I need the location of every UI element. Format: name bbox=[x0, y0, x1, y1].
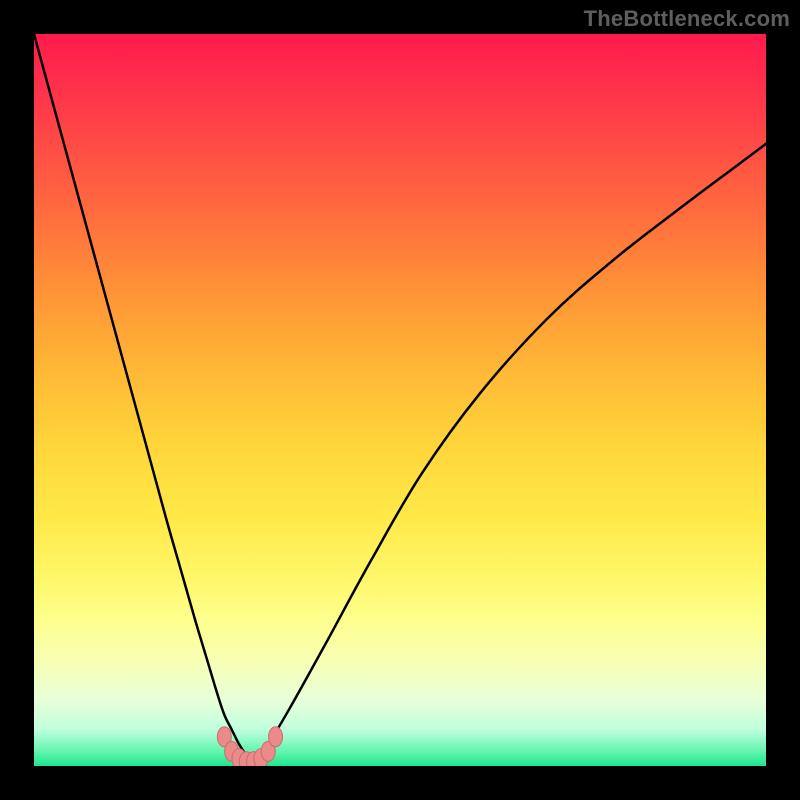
plot-area bbox=[34, 34, 766, 766]
curve-layer bbox=[34, 34, 766, 766]
watermark-text: TheBottleneck.com bbox=[584, 6, 790, 32]
bottleneck-curve bbox=[34, 34, 766, 764]
valley-marker bbox=[269, 727, 283, 747]
chart-frame: TheBottleneck.com bbox=[0, 0, 800, 800]
